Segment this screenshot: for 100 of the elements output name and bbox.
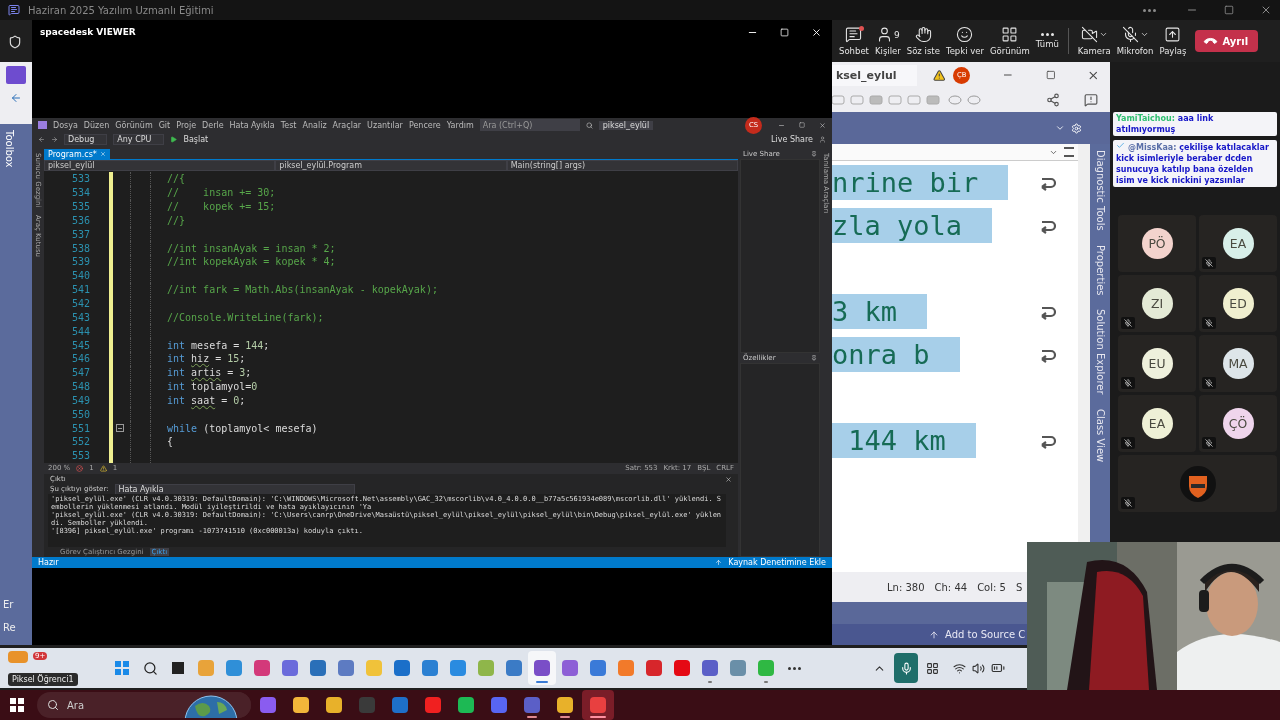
maximize-icon[interactable] (1045, 70, 1056, 80)
side-tab[interactable]: Class View (1094, 408, 1106, 462)
participant-tile[interactable] (1118, 455, 1277, 512)
menu-item[interactable]: Hata Ayıkla (229, 120, 275, 130)
menu-item[interactable]: Görünüm (115, 120, 153, 130)
more-icon[interactable] (1143, 8, 1156, 12)
live-share-button[interactable]: Live Share (771, 134, 813, 144)
side-tab[interactable]: Properties (1094, 244, 1106, 296)
app-icon[interactable] (506, 660, 522, 676)
app-icon[interactable] (326, 697, 342, 713)
person-icon[interactable] (819, 135, 826, 143)
source-control-link[interactable]: Add to Source C (945, 629, 1026, 640)
caret-icon[interactable] (1055, 123, 1065, 133)
side-tab[interactable]: Solution Explorer (1094, 309, 1106, 395)
app-icon[interactable] (310, 660, 326, 676)
leave-button[interactable]: Ayrıl (1195, 30, 1259, 52)
participant-tile[interactable]: EA (1199, 215, 1277, 272)
toolbar-button[interactable]: 9 Kişiler (871, 26, 904, 56)
navigation-dropdown[interactable]: piksel_eylül.Program (275, 160, 507, 171)
app-icon[interactable] (282, 660, 298, 676)
microphone-button[interactable] (894, 653, 918, 683)
menu-item[interactable]: Düzen (83, 120, 110, 130)
app-icon[interactable] (562, 660, 578, 676)
app-icon[interactable] (260, 697, 276, 713)
participant-tile[interactable]: EU (1118, 335, 1196, 392)
menu-item[interactable]: Dosya (53, 120, 78, 130)
toolbar-button[interactable]: Mikrofon (1113, 26, 1157, 56)
toolbar-button[interactable]: Tümü (1032, 33, 1062, 49)
grid-icon[interactable] (926, 661, 939, 675)
participant-tile[interactable]: ZI (1118, 275, 1196, 332)
toolbar-button[interactable]: Söz iste (903, 26, 943, 56)
participant-tile[interactable]: PÖ (1118, 215, 1196, 272)
taskbar-app-slot[interactable] (528, 651, 556, 685)
participant-tile[interactable]: ED (1199, 275, 1277, 332)
app-icon[interactable] (394, 660, 410, 676)
pin-icon[interactable] (811, 151, 817, 157)
more-icon[interactable] (787, 666, 801, 670)
collapse-icon[interactable] (116, 424, 124, 433)
platform-dropdown[interactable]: Any CPU (113, 133, 165, 145)
side-tab[interactable]: Diagnostic Tools (1094, 150, 1106, 231)
menu-item[interactable]: Pencere (408, 120, 441, 130)
app-icon[interactable] (338, 660, 354, 676)
forward-icon[interactable] (51, 135, 58, 143)
back-icon[interactable] (38, 135, 45, 143)
app-icon[interactable] (458, 697, 474, 713)
toolbar-button[interactable]: Tepki ver (942, 26, 987, 56)
config-dropdown[interactable]: Debug (64, 133, 108, 145)
toolbar-button[interactable]: Görünüm (987, 26, 1033, 56)
search-field[interactable]: Ara (Ctrl+Q) (479, 119, 580, 131)
close-icon[interactable] (811, 26, 822, 38)
menu-item[interactable]: Proje (176, 120, 197, 130)
side-item[interactable]: Er (3, 599, 14, 610)
output-source-dropdown[interactable]: Hata Ayıkla (114, 483, 355, 495)
settings-icon[interactable] (1071, 122, 1082, 134)
app-icon[interactable] (450, 660, 466, 676)
taskbar-app-slot[interactable] (582, 690, 614, 720)
back-icon[interactable] (10, 92, 22, 104)
menu-item[interactable]: Test (280, 120, 297, 130)
participant-tile[interactable]: ÇÖ (1199, 395, 1277, 452)
maximize-icon[interactable] (1224, 5, 1234, 15)
side-item[interactable]: Re (3, 622, 16, 633)
app-icon[interactable] (422, 660, 438, 676)
search-field[interactable]: Ara (65, 698, 165, 712)
source-control-link[interactable]: Kaynak Denetimine Ekle (728, 558, 826, 567)
menu-item[interactable]: Uzantılar (367, 120, 403, 130)
app-icon[interactable] (491, 697, 507, 713)
menu-item[interactable]: Yardım (446, 120, 474, 130)
app-icon[interactable] (425, 697, 441, 713)
app-icon[interactable] (524, 697, 540, 713)
participant-tile[interactable]: EA (1118, 395, 1196, 452)
menu-item[interactable]: Git (158, 120, 171, 130)
app-icon[interactable] (590, 660, 606, 676)
start-button[interactable]: Başlat (183, 134, 209, 144)
wifi-icon[interactable] (953, 661, 966, 675)
menu-item[interactable]: Analiz (302, 120, 327, 130)
toolbar-button[interactable]: Kamera (1074, 26, 1114, 56)
app-icon[interactable] (702, 660, 718, 676)
toolbar-button[interactable]: Paylaş (1156, 26, 1190, 56)
split-icon[interactable] (1064, 147, 1074, 157)
share-icon[interactable] (1046, 93, 1060, 107)
menu-item[interactable]: Araçlar (332, 120, 362, 130)
pin-icon[interactable] (811, 355, 817, 361)
app-icon[interactable] (646, 660, 662, 676)
navigation-dropdown[interactable]: piksel_eylül (44, 160, 276, 171)
app-icon[interactable] (534, 660, 550, 676)
app-icon[interactable] (293, 697, 309, 713)
windows-icon[interactable] (10, 698, 24, 712)
navigation-dropdown[interactable]: Main(string[] args) (506, 160, 738, 171)
app-icon[interactable] (226, 660, 242, 676)
warning-icon[interactable] (932, 68, 946, 82)
side-tab[interactable]: Toolbox (4, 130, 15, 168)
more-icon[interactable] (1040, 33, 1054, 36)
app-icon[interactable] (730, 660, 746, 676)
toolbar-button[interactable]: Sohbet (836, 26, 872, 56)
menu-item[interactable]: Derle (202, 120, 224, 130)
volume-icon[interactable] (972, 661, 985, 675)
app-icon[interactable] (557, 697, 573, 713)
shape-toolbar-drawing[interactable] (832, 95, 982, 105)
battery-icon[interactable] (991, 661, 1005, 675)
participant-tile[interactable]: MA (1199, 335, 1277, 392)
